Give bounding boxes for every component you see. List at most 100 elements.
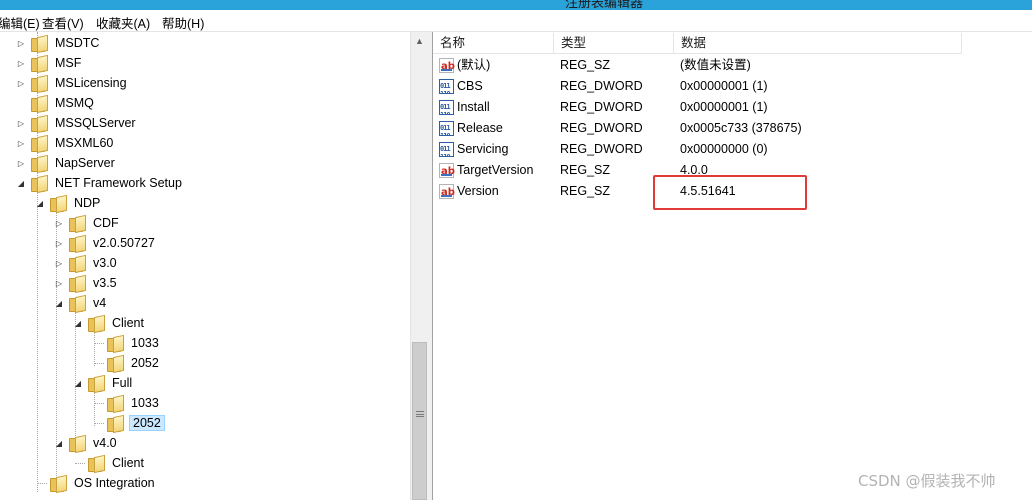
collapse-icon[interactable]: ◢ — [35, 198, 45, 208]
expand-icon[interactable]: ▷ — [16, 158, 26, 168]
tree-node-label: v3.5 — [93, 276, 117, 290]
column-header-data[interactable]: 数据 — [674, 33, 962, 54]
collapse-icon[interactable]: ◢ — [54, 438, 64, 448]
folder-icon — [106, 395, 124, 412]
expand-icon[interactable]: ▷ — [16, 78, 26, 88]
tree-node-label-selected: 2052 — [129, 415, 165, 431]
tree-node-ndp[interactable]: ◢ NDP — [35, 193, 102, 213]
menu-favorites[interactable]: 收藏夹(A) — [96, 13, 150, 32]
value-type: REG_SZ — [560, 163, 611, 177]
tree-node-label: MSF — [55, 56, 82, 70]
string-value-icon — [439, 56, 455, 77]
tree-node-label: MSSQLServer — [55, 116, 136, 130]
value-name: Install — [457, 100, 490, 114]
value-row[interactable]: Release REG_DWORD 0x0005c733 (378675) — [433, 118, 1032, 139]
folder-icon — [106, 335, 124, 352]
tree-node-msf[interactable]: ▷ MSF — [16, 53, 83, 73]
tree-node-msxml60[interactable]: ▷ MSXML60 — [16, 133, 115, 153]
tree-node-mslicensing[interactable]: ▷ MSLicensing — [16, 73, 129, 93]
expand-icon[interactable]: ▷ — [54, 238, 64, 248]
folder-icon — [30, 135, 48, 152]
expand-icon[interactable]: ▷ — [54, 258, 64, 268]
tree-node-os-integration[interactable]: OS Integration — [35, 473, 157, 493]
tree-node-label: v2.0.50727 — [93, 236, 155, 250]
tree-node-label: NDP — [74, 196, 101, 210]
tree-node-label: CDF — [93, 216, 119, 230]
expand-icon[interactable]: ▷ — [16, 138, 26, 148]
tree-node-mssqlserver[interactable]: ▷ MSSQLServer — [16, 113, 138, 133]
folder-icon — [30, 175, 48, 192]
folder-icon — [68, 295, 86, 312]
scrollbar-thumb[interactable] — [412, 342, 427, 500]
folder-icon — [68, 215, 86, 232]
tree-node-v4[interactable]: ◢ v4 — [54, 293, 108, 313]
dword-value-icon — [439, 121, 454, 136]
tree-node-label: MSMQ — [55, 96, 94, 110]
value-data: 0x00000001 (1) — [680, 100, 768, 114]
value-row[interactable]: Install REG_DWORD 0x00000001 (1) — [433, 97, 1032, 118]
tree-node-full-1033[interactable]: 1033 — [92, 393, 161, 413]
folder-icon — [30, 155, 48, 172]
value-type: REG_SZ — [560, 58, 611, 72]
value-row[interactable]: Servicing REG_DWORD 0x00000000 (0) — [433, 139, 1032, 160]
tree-node-napserver[interactable]: ▷ NapServer — [16, 153, 117, 173]
tree-node-msmq[interactable]: MSMQ — [16, 93, 96, 113]
column-header-type[interactable]: 类型 — [554, 33, 674, 54]
tree-node-client-2052[interactable]: 2052 — [92, 353, 161, 373]
value-row[interactable]: (默认) REG_SZ (数值未设置) — [433, 55, 1032, 77]
expand-icon[interactable]: ▷ — [54, 218, 64, 228]
value-name: CBS — [457, 79, 483, 93]
collapse-icon[interactable]: ◢ — [73, 318, 83, 328]
registry-values-pane[interactable]: 名称 类型 数据 (默认) REG_SZ (数值未设置) CBS REG_DWO… — [433, 32, 1032, 500]
tree-node-client-1033[interactable]: 1033 — [92, 333, 161, 353]
folder-icon — [87, 315, 105, 332]
value-name: Version — [457, 184, 499, 198]
folder-icon — [68, 235, 86, 252]
scroll-up-arrow-icon[interactable]: ▲ — [411, 32, 428, 49]
collapse-icon[interactable]: ◢ — [73, 378, 83, 388]
tree-node-full-2052[interactable]: 2052 — [92, 413, 165, 433]
value-row[interactable]: CBS REG_DWORD 0x00000001 (1) — [433, 76, 1032, 97]
column-header-name[interactable]: 名称 — [433, 33, 554, 54]
value-type: REG_DWORD — [560, 100, 643, 114]
value-name: (默认) — [457, 58, 491, 72]
menu-help[interactable]: 帮助(H) — [162, 13, 204, 32]
tree-node-v3-5[interactable]: ▷ v3.5 — [54, 273, 119, 293]
expand-icon[interactable]: ▷ — [16, 118, 26, 128]
folder-icon — [87, 375, 105, 392]
value-type: REG_SZ — [560, 184, 611, 198]
collapse-icon[interactable]: ◢ — [16, 178, 26, 188]
collapse-icon[interactable]: ◢ — [54, 298, 64, 308]
folder-icon — [106, 415, 124, 432]
tree-node-v4-0[interactable]: ◢ v4.0 — [54, 433, 119, 453]
folder-icon — [49, 195, 67, 212]
tree-node-v4-0-client[interactable]: Client — [73, 453, 146, 473]
menu-view[interactable]: 查看(V) — [42, 13, 84, 32]
tree-scrollbar[interactable]: ▲ — [410, 32, 428, 500]
tree-node-label: MSXML60 — [55, 136, 114, 150]
grip-icon — [416, 411, 424, 417]
string-value-icon — [439, 182, 455, 203]
tree-node-net-framework-setup[interactable]: ◢ NET Framework Setup — [16, 173, 184, 193]
highlight-annotation-box — [653, 175, 807, 210]
expand-icon[interactable]: ▷ — [54, 278, 64, 288]
expand-icon[interactable]: ▷ — [16, 58, 26, 68]
tree-node-full[interactable]: ◢ Full — [73, 373, 134, 393]
registry-tree-pane[interactable]: ▷ MSDTC ▷ MSF ▷ MSLicensing MSMQ ▷ MSSQL… — [0, 32, 428, 500]
menu-edit[interactable]: 编辑(E) — [0, 13, 40, 32]
tree-node-v2[interactable]: ▷ v2.0.50727 — [54, 233, 157, 253]
tree-node-label: v4.0 — [93, 436, 117, 450]
value-data: 0x00000001 (1) — [680, 79, 768, 93]
expand-icon[interactable]: ▷ — [16, 38, 26, 48]
tree-node-msdtc[interactable]: ▷ MSDTC — [16, 33, 101, 53]
tree-node-label: 2052 — [131, 356, 159, 370]
tree-node-label: Client — [112, 456, 144, 470]
title-bar: 注册表编辑器 — [0, 0, 1032, 10]
tree-node-label: 1033 — [131, 336, 159, 350]
folder-icon — [68, 255, 86, 272]
folder-icon — [30, 35, 48, 52]
tree-node-cdf[interactable]: ▷ CDF — [54, 213, 121, 233]
tree-node-client[interactable]: ◢ Client — [73, 313, 146, 333]
tree-node-v3-0[interactable]: ▷ v3.0 — [54, 253, 119, 273]
tree-node-label: MSDTC — [55, 36, 100, 50]
